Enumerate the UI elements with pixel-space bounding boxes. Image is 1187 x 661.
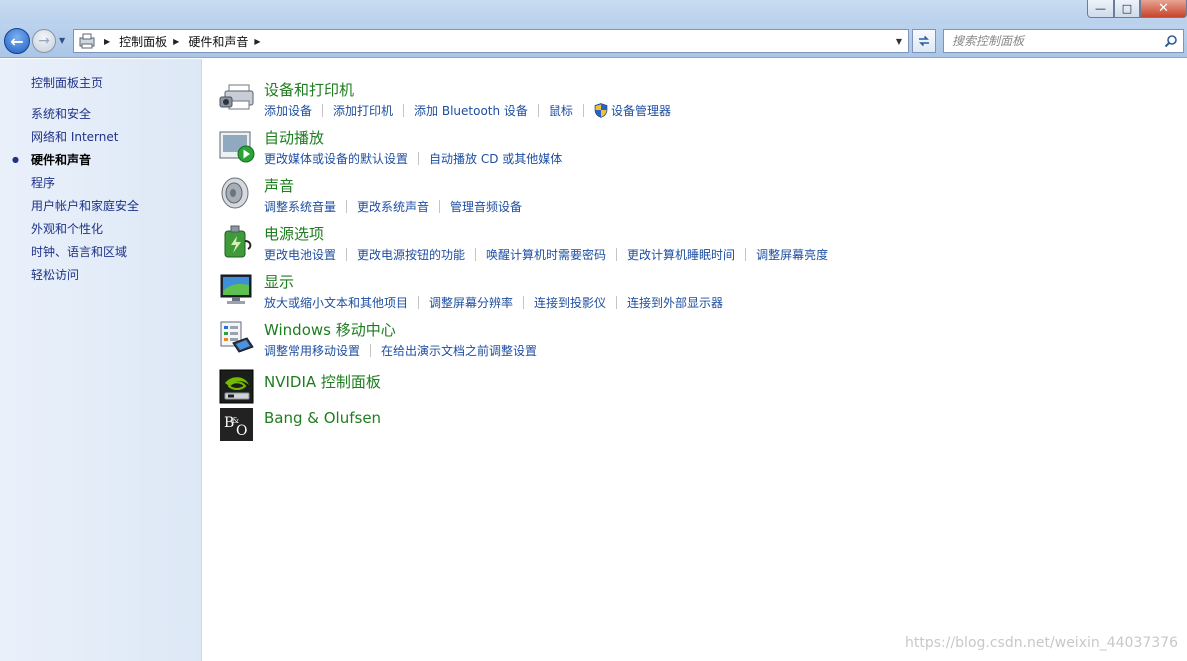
category-title[interactable]: NVIDIA 控制面板 — [264, 371, 381, 392]
link-change-battery-settings[interactable]: 更改电池设置 — [264, 246, 336, 263]
refresh-icon — [919, 35, 929, 47]
bang-olufsen-icon[interactable]: B & O — [219, 407, 255, 443]
link-separator — [403, 104, 405, 117]
category-links: 更改媒体或设备的默认设置 自动播放 CD 或其他媒体 — [264, 150, 562, 167]
link-separator — [616, 296, 618, 309]
category-title[interactable]: 显示 — [264, 271, 294, 292]
category-title[interactable]: Bang & Olufsen — [264, 409, 381, 427]
recent-pages-dropdown-icon[interactable]: ▼ — [59, 36, 69, 46]
link-add-bluetooth-device[interactable]: 添加 Bluetooth 设备 — [414, 102, 528, 119]
speaker-icon[interactable] — [219, 175, 255, 211]
mobility-center-icon[interactable] — [219, 319, 255, 355]
search-icon[interactable] — [1164, 34, 1178, 48]
category-links: 调整常用移动设置 在给出演示文档之前调整设置 — [264, 342, 537, 359]
maximize-button[interactable]: □ — [1114, 0, 1140, 18]
link-separator — [537, 104, 539, 117]
caption-buttons: — □ ✕ — [1087, 0, 1187, 18]
display-icon[interactable] — [219, 271, 255, 307]
link-add-device[interactable]: 添加设备 — [264, 102, 312, 119]
sidebar-item-appearance[interactable]: 外观和个性化 — [0, 221, 202, 244]
link-connect-external-display[interactable]: 连接到外部显示器 — [627, 294, 723, 311]
link-change-system-sounds[interactable]: 更改系统声音 — [357, 198, 429, 215]
link-adjust-resolution[interactable]: 调整屏幕分辨率 — [429, 294, 513, 311]
nvidia-icon[interactable] — [219, 369, 255, 405]
address-dropdown-icon[interactable]: ▼ — [890, 30, 908, 52]
back-button[interactable]: ← — [4, 28, 30, 54]
category-title[interactable]: 自动播放 — [264, 127, 324, 148]
link-manage-audio-devices[interactable]: 管理音频设备 — [450, 198, 522, 215]
link-connect-projector[interactable]: 连接到投影仪 — [534, 294, 606, 311]
sidebar-item-user-accounts[interactable]: 用户帐户和家庭安全 — [0, 198, 202, 221]
link-separator — [475, 248, 477, 261]
link-adjust-screen-brightness[interactable]: 调整屏幕亮度 — [756, 246, 828, 263]
link-device-manager[interactable]: 设备管理器 — [611, 102, 671, 119]
link-require-password-on-wake[interactable]: 唤醒计算机时需要密码 — [486, 246, 606, 263]
category-links: 添加设备 添加打印机 添加 Bluetooth 设备 鼠标 设备管理器 — [264, 102, 671, 119]
svg-text:O: O — [236, 423, 247, 439]
address-bar[interactable]: ▶ 控制面板 ▶ 硬件和声音 ▶ ▼ — [73, 29, 909, 53]
category-links: 放大或缩小文本和其他项目 调整屏幕分辨率 连接到投影仪 连接到外部显示器 — [264, 294, 723, 311]
link-adjust-mobility-settings[interactable]: 调整常用移动设置 — [264, 342, 360, 359]
link-adjust-system-volume[interactable]: 调整系统音量 — [264, 198, 336, 215]
link-add-printer[interactable]: 添加打印机 — [333, 102, 393, 119]
navigation-bar: ← → ▼ ▶ 控制面板 ▶ 硬件和声音 ▶ ▼ — [0, 24, 1187, 58]
watermark: https://blog.csdn.net/weixin_44037376 — [904, 635, 1178, 651]
sidebar-item-system-security[interactable]: 系统和安全 — [0, 106, 202, 129]
link-separator — [346, 200, 348, 213]
breadcrumb-hardware-sound[interactable]: 硬件和声音 — [188, 33, 248, 50]
link-separator — [523, 296, 525, 309]
link-separator — [439, 200, 441, 213]
breadcrumb-chevron-icon[interactable]: ▶ — [104, 37, 110, 46]
uac-shield-icon — [594, 103, 608, 118]
minimize-button[interactable]: — — [1087, 0, 1114, 18]
link-change-default-media-settings[interactable]: 更改媒体或设备的默认设置 — [264, 150, 408, 167]
sidebar-item-clock-language-region[interactable]: 时钟、语言和区域 — [0, 244, 202, 267]
link-resize-text[interactable]: 放大或缩小文本和其他项目 — [264, 294, 408, 311]
category-title[interactable]: 电源选项 — [264, 223, 324, 244]
link-separator — [322, 104, 324, 117]
category-title[interactable]: 声音 — [264, 175, 294, 196]
breadcrumb-chevron-icon[interactable]: ▶ — [173, 37, 179, 46]
title-bar: — □ ✕ — [0, 0, 1187, 24]
close-button[interactable]: ✕ — [1140, 0, 1187, 18]
category-links: 更改电池设置 更改电源按钮的功能 唤醒计算机时需要密码 更改计算机睡眠时间 调整… — [264, 246, 828, 263]
forward-button[interactable]: → — [32, 29, 56, 53]
link-separator — [346, 248, 348, 261]
power-icon[interactable] — [219, 223, 255, 259]
search-box[interactable] — [943, 29, 1184, 53]
sidebar: 控制面板主页 系统和安全 网络和 Internet 硬件和声音 程序 用户帐户和… — [0, 59, 202, 661]
link-separator — [418, 152, 420, 165]
category-title[interactable]: 设备和打印机 — [264, 79, 354, 100]
control-panel-icon — [76, 30, 98, 52]
category-title[interactable]: Windows 移动中心 — [264, 319, 396, 340]
link-presentation-settings[interactable]: 在给出演示文档之前调整设置 — [381, 342, 537, 359]
link-mouse[interactable]: 鼠标 — [549, 102, 573, 119]
sidebar-home-link[interactable]: 控制面板主页 — [31, 74, 103, 91]
link-change-power-buttons[interactable]: 更改电源按钮的功能 — [357, 246, 465, 263]
link-separator — [616, 248, 618, 261]
sidebar-item-hardware-sound[interactable]: 硬件和声音 — [0, 152, 202, 175]
sidebar-item-programs[interactable]: 程序 — [0, 175, 202, 198]
main-content: 设备和打印机 添加设备 添加打印机 添加 Bluetooth 设备 鼠标 设备管… — [203, 59, 1187, 661]
sidebar-item-network-internet[interactable]: 网络和 Internet — [0, 129, 202, 152]
search-input[interactable] — [944, 34, 1154, 48]
link-separator — [370, 344, 372, 357]
link-change-sleep-time[interactable]: 更改计算机睡眠时间 — [627, 246, 735, 263]
sidebar-category-list: 系统和安全 网络和 Internet 硬件和声音 程序 用户帐户和家庭安全 外观… — [0, 106, 202, 290]
link-autoplay-cd[interactable]: 自动播放 CD 或其他媒体 — [429, 150, 562, 167]
autoplay-icon[interactable] — [219, 127, 255, 163]
printer-icon[interactable] — [219, 79, 255, 115]
breadcrumb-control-panel[interactable]: 控制面板 — [119, 33, 167, 50]
refresh-button[interactable] — [912, 29, 936, 53]
breadcrumb-chevron-icon[interactable]: ▶ — [254, 37, 260, 46]
link-separator — [418, 296, 420, 309]
link-separator — [582, 104, 584, 117]
sidebar-item-ease-of-access[interactable]: 轻松访问 — [0, 267, 202, 290]
link-separator — [745, 248, 747, 261]
category-links: 调整系统音量 更改系统声音 管理音频设备 — [264, 198, 522, 215]
